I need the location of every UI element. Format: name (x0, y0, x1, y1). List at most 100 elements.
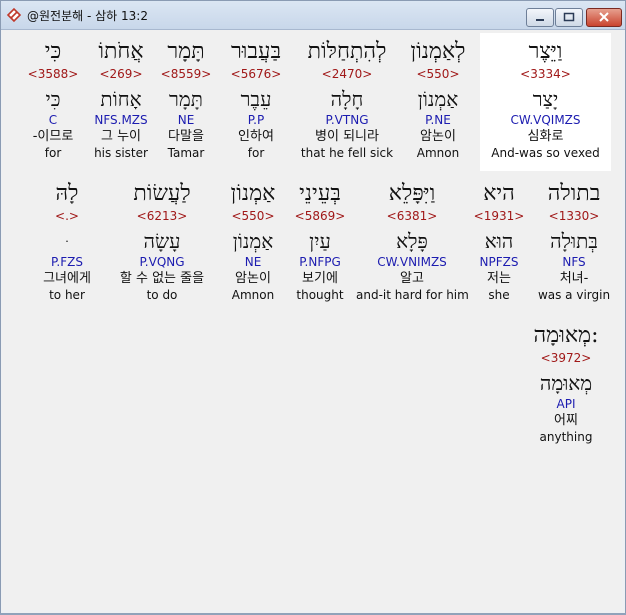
word-block[interactable]: מְאוּמָה: <3972> מְאוּמָה API 어찌 anythin… (522, 323, 610, 444)
english-gloss: Amnon (231, 288, 275, 302)
window-title: @원전분해 - 삼하 13:2 (27, 9, 148, 23)
maximize-icon (563, 12, 575, 22)
maximize-button[interactable] (555, 8, 583, 27)
hebrew-word: לַעֲשׂוֹת (133, 181, 191, 206)
hebrew-word: מְאוּמָה: (533, 323, 599, 348)
korean-gloss: 알고 (400, 271, 424, 286)
hebrew-word: כִּי (44, 39, 62, 64)
strong-number: <550> (416, 67, 460, 81)
lemma-word: עַיִן (309, 229, 331, 253)
korean-gloss: 보기에 (302, 271, 338, 286)
strong-number: <1931> (473, 209, 525, 223)
english-gloss: for (247, 146, 265, 160)
word-block[interactable]: כִּי <3588> כִּי C -이므로 for (20, 39, 86, 160)
korean-gloss: 처녀- (559, 271, 589, 286)
morph-code: P.VQNG (139, 255, 185, 269)
word-block[interactable]: אֲחֹתוֹ <269> אָחוֹת NFS.MZS 그 누이 his si… (88, 39, 154, 160)
hebrew-word: תָּמָר (167, 39, 205, 64)
strong-number: <3334> (520, 67, 571, 81)
strong-number: <8559> (160, 67, 212, 81)
morph-code: CW.VNIMZS (377, 255, 447, 269)
minimize-button[interactable] (526, 8, 554, 27)
strong-number: <6381> (386, 209, 438, 223)
strong-number: <5869> (294, 209, 346, 223)
korean-gloss: 암논이 (235, 271, 271, 286)
strong-number: <1330> (548, 209, 600, 223)
minimize-icon (536, 19, 544, 21)
korean-gloss: 암논이 (420, 129, 456, 144)
morph-code: NE (244, 255, 262, 269)
korean-gloss: 어찌 (554, 413, 578, 428)
english-gloss: to her (49, 288, 85, 302)
morph-code: C (48, 113, 58, 127)
lemma-word: עָשָׂה (143, 229, 181, 253)
morph-code: P.NE (425, 113, 451, 127)
lemma-word: עֵבֶר (240, 87, 272, 111)
hebrew-word: לָהּ (55, 181, 79, 206)
strong-number: <.> (55, 209, 79, 223)
morph-code: API (556, 397, 576, 411)
word-block[interactable]: היא <1931> הוּא NPFZS 저는 she (470, 181, 528, 302)
hebrew-word: בְּעֵינֵי (299, 181, 341, 206)
word-block[interactable]: אַמְנוֹן <550> אַמְנוֹן NE 암논이 Amnon (222, 181, 284, 302)
english-gloss: and-it hard for him (356, 288, 469, 302)
english-gloss: anything (539, 430, 593, 444)
close-icon (599, 12, 609, 22)
title-bar[interactable]: @원전분해 - 삼하 13:2 (1, 1, 625, 30)
strong-number: <269> (99, 67, 143, 81)
morph-code: NFS (562, 255, 586, 269)
word-block[interactable]: בְּעֵינֵי <5869> עַיִן P.NFPG 보기에 though… (286, 181, 354, 302)
english-gloss: And-was so vexed (491, 146, 600, 160)
english-gloss: Amnon (416, 146, 460, 160)
word-block[interactable]: לְהִתְחַלּוֹת <2470> חָלָה P.VTNG 병이 되니라… (296, 39, 398, 160)
korean-gloss: 인하여 (238, 129, 274, 144)
lemma-word: הוּא (484, 229, 514, 253)
close-button[interactable] (586, 8, 622, 27)
english-gloss: Tamar (167, 146, 205, 160)
word-block[interactable]: תָּמָר <8559> תָּמָר NE 다말을 Tamar (156, 39, 216, 160)
korean-gloss: 다말을 (168, 129, 204, 144)
korean-gloss: 심화로 (527, 129, 564, 144)
hebrew-word: היא (483, 181, 515, 206)
word-block[interactable]: בתולה <1330> בְּתוּלָה NFS 처녀- was a vir… (530, 181, 618, 302)
english-gloss: was a virgin (537, 288, 611, 302)
strong-number: <5676> (230, 67, 282, 81)
korean-gloss: 병이 되니라 (315, 129, 379, 144)
english-gloss: to do (146, 288, 178, 302)
lemma-word: אָחוֹת (100, 87, 142, 111)
strong-number: <2470> (321, 67, 373, 81)
strong-number: <3972> (540, 351, 592, 365)
lemma-word: פָּלָא (396, 229, 428, 253)
hebrew-word: וַיֵּצֶר (528, 39, 563, 64)
english-gloss: his sister (94, 146, 148, 160)
lemma-word: אַמְנוֹן (417, 87, 459, 111)
korean-gloss: 그 누이 (100, 129, 141, 144)
morph-code: P.P (247, 113, 265, 127)
english-gloss: for (44, 146, 62, 160)
word-block[interactable]: לַעֲשׂוֹת <6213> עָשָׂה P.VQNG 할 수 없는 줄을… (104, 181, 220, 302)
hebrew-word: בַּעֲבוּר (230, 39, 282, 64)
hebrew-word: לְהִתְחַלּוֹת (307, 39, 387, 64)
english-gloss: that he fell sick (300, 146, 394, 160)
morph-code: P.NFPG (299, 255, 341, 269)
lemma-word: בְּתוּלָה (550, 229, 598, 253)
morph-code: NPFZS (479, 255, 519, 269)
word-block[interactable]: וַיִּפָּלֵא <6381> פָּלָא CW.VNIMZS 알고 a… (356, 181, 469, 302)
word-block[interactable]: לְאַמְנוֹן <550> אַמְנוֹן P.NE 암논이 Amnon (400, 39, 476, 160)
lemma-word: חָלָה (330, 87, 364, 111)
strong-number: <6213> (136, 209, 188, 223)
lemma-word: כִּי (45, 87, 61, 111)
lemma-word: יָצַר (532, 87, 559, 111)
morph-code: NE (177, 113, 195, 127)
english-gloss: she (488, 288, 510, 302)
word-block[interactable]: וַיֵּצֶר <3334> יָצַר CW.VQIMZS 심화로 And-… (480, 33, 611, 171)
interlinear-panel: וַיֵּצֶר <3334> יָצַר CW.VQIMZS 심화로 And-… (2, 30, 622, 610)
lemma-word: מְאוּמָה (539, 371, 593, 395)
word-block[interactable]: בַּעֲבוּר <5676> עֵבֶר P.P 인하여 for (218, 39, 294, 160)
strong-number: <550> (231, 209, 275, 223)
hebrew-word: אַמְנוֹן (230, 181, 276, 206)
word-block[interactable]: לָהּ <.> ּ P.FZS 그녀에게 to her (32, 181, 102, 302)
morph-code: P.FZS (51, 255, 83, 269)
lemma-word: תָּמָר (169, 87, 203, 111)
app-window: @원전분해 - 삼하 13:2 וַיֵּצֶר <3334> יָצַר CW… (0, 0, 626, 615)
